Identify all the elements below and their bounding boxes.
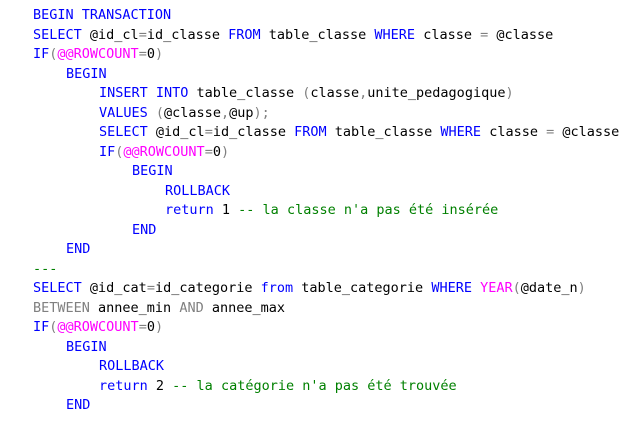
code-line: BEGIN — [66, 65, 107, 85]
sql-identifier: annee_min — [98, 299, 180, 316]
sql-keyword: from — [260, 280, 302, 296]
sql-keyword: FROM — [228, 26, 269, 43]
code-line: ROLLBACK — [99, 357, 164, 377]
sql-identifier: classe — [310, 85, 360, 101]
sql-operator: ) — [577, 280, 586, 296]
sql-identifier: @up — [229, 104, 254, 121]
sql-keyword: IF — [99, 143, 116, 160]
code-line: IF(@@ROWCOUNT=0) — [99, 143, 229, 163]
sql-operator: = — [204, 143, 213, 160]
sql-operator: , — [220, 104, 230, 121]
sql-operator: ( — [155, 104, 165, 121]
sql-operator: = — [138, 46, 147, 62]
sql-operator: = — [138, 319, 147, 335]
sql-keyword: END — [66, 241, 91, 257]
sql-keyword: BEGIN — [66, 65, 107, 82]
code-line: return 2 -- la catégorie n'a pas été tro… — [99, 377, 457, 397]
sql-keyword: ROLLBACK — [99, 358, 165, 374]
sql-operator: = — [480, 26, 497, 43]
code-line: IF(@@ROWCOUNT=0) — [33, 318, 163, 338]
sql-operator: ); — [253, 104, 270, 121]
sql-comment: -- la catégorie n'a pas été trouvée — [172, 377, 457, 394]
sql-operator: ) — [154, 319, 164, 335]
sql-identifier: id_categorie — [154, 280, 261, 296]
code-line: BETWEEN annee_min AND annee_max — [33, 299, 285, 319]
code-line: END — [66, 240, 90, 260]
sql-keyword: IF — [33, 46, 50, 62]
sql-identifier: @classe — [562, 124, 620, 140]
sql-function: YEAR — [480, 280, 513, 296]
code-line: SELECT @id_cat=id_categorie from table_c… — [33, 279, 586, 299]
sql-operator: ( — [512, 280, 521, 296]
sql-keyword: WHERE — [440, 124, 490, 140]
sql-operator: = — [138, 26, 147, 43]
sql-keyword: FROM — [294, 124, 335, 140]
sql-identifier: table_categorie — [301, 280, 432, 296]
code-line: VALUES (@classe,@up); — [99, 104, 270, 124]
code-line: ROLLBACK — [165, 182, 230, 202]
sql-keyword: WHERE — [431, 280, 481, 296]
sql-identifier: table_classe — [196, 85, 303, 101]
sql-keyword: BEGIN TRANSACTION — [33, 7, 172, 23]
sql-operator: BETWEEN — [33, 299, 99, 316]
sql-operator: ) — [154, 46, 164, 62]
sql-identifier: 0 — [146, 319, 155, 335]
sql-identifier: 0 — [212, 143, 221, 160]
sql-keyword: BEGIN — [66, 338, 107, 355]
sql-identifier: table_classe — [268, 26, 375, 43]
sql-comment: --- — [33, 260, 58, 277]
sql-keyword: INSERT INTO — [99, 85, 197, 101]
sql-identifier: unite_pedagogique — [367, 85, 506, 101]
sql-identifier: @id_cat — [89, 280, 147, 296]
code-line: BEGIN — [66, 338, 107, 358]
sql-keyword: ROLLBACK — [165, 182, 231, 199]
sql-keyword: SELECT — [99, 124, 156, 140]
sql-identifier: @classe — [496, 26, 554, 43]
sql-identifier: table_classe — [334, 124, 441, 140]
sql-identifier: 1 — [221, 202, 239, 218]
sql-code-editor[interactable]: BEGIN TRANSACTION SELECT @id_cl=id_classe… — [0, 0, 639, 422]
sql-function: @@ROWCOUNT — [123, 143, 205, 160]
sql-comment: -- la classe n'a pas été insérée — [238, 202, 499, 218]
sql-keyword: END — [66, 397, 91, 413]
sql-keyword: IF — [33, 319, 50, 335]
sql-function: @@ROWCOUNT — [57, 319, 139, 335]
code-line: IF(@@ROWCOUNT=0) — [33, 45, 163, 65]
code-line: INSERT INTO table_classe (classe,unite_p… — [99, 84, 514, 104]
sql-identifier: @classe — [164, 104, 221, 121]
code-line: return 1 -- la classe n'a pas été inséré… — [165, 201, 498, 221]
sql-operator: = — [146, 280, 155, 296]
code-line: --- — [33, 260, 57, 280]
sql-keyword: WHERE — [374, 26, 424, 43]
sql-keyword: SELECT — [33, 280, 90, 296]
sql-operator: = — [204, 124, 213, 140]
code-line: END — [132, 221, 156, 241]
code-line: BEGIN — [132, 162, 173, 182]
sql-identifier: @id_cl — [89, 26, 139, 43]
sql-identifier: classe — [423, 26, 481, 43]
sql-keyword: return — [165, 202, 222, 218]
sql-identifier: id_classe — [212, 124, 295, 140]
sql-keyword: BEGIN — [132, 163, 173, 179]
sql-identifier: id_classe — [146, 26, 229, 43]
code-line: SELECT @id_cl=id_classe FROM table_class… — [33, 26, 553, 46]
sql-operator: ) — [505, 85, 514, 101]
sql-operator: ) — [220, 143, 230, 160]
sql-identifier: annee_max — [211, 299, 285, 316]
code-line: BEGIN TRANSACTION — [33, 6, 171, 26]
sql-operator: = — [546, 124, 563, 140]
sql-identifier: classe — [489, 124, 547, 140]
sql-keyword: VALUES — [99, 104, 156, 121]
code-line: SELECT @id_cl=id_classe FROM table_class… — [99, 123, 619, 143]
sql-keyword: return — [99, 377, 156, 394]
sql-identifier: 0 — [146, 46, 155, 62]
sql-keyword: SELECT — [33, 26, 90, 43]
sql-operator: AND — [179, 299, 212, 316]
sql-identifier: @id_cl — [155, 124, 205, 140]
sql-keyword: END — [132, 221, 157, 238]
sql-identifier: @date_n — [520, 280, 578, 296]
code-line: END — [66, 396, 90, 416]
sql-identifier: 2 — [155, 377, 173, 394]
sql-function: @@ROWCOUNT — [57, 46, 139, 62]
